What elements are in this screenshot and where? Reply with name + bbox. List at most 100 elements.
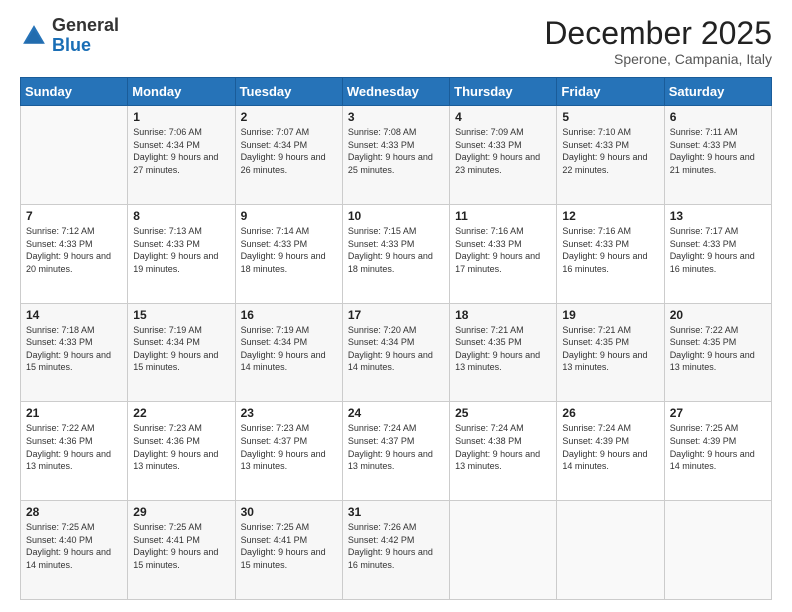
calendar-cell: 11Sunrise: 7:16 AMSunset: 4:33 PMDayligh… xyxy=(450,204,557,303)
day-number: 25 xyxy=(455,406,551,420)
day-number: 21 xyxy=(26,406,122,420)
day-info: Sunrise: 7:26 AMSunset: 4:42 PMDaylight:… xyxy=(348,522,433,570)
calendar-cell: 28 Sunrise: 7:25 AMSunset: 4:40 PMDayligh… xyxy=(21,501,128,600)
day-number: 8 xyxy=(133,209,229,223)
day-info: Sunrise: 7:23 AMSunset: 4:37 PMDaylight:… xyxy=(241,423,326,471)
day-info: Sunrise: 7:13 AMSunset: 4:33 PMDaylight:… xyxy=(133,226,218,274)
day-info: Sunrise: 7:10 AMSunset: 4:33 PMDaylight:… xyxy=(562,127,647,175)
header-thursday: Thursday xyxy=(450,78,557,106)
calendar-cell xyxy=(450,501,557,600)
day-info: Sunrise: 7:23 AMSunset: 4:36 PMDaylight:… xyxy=(133,423,218,471)
calendar-cell: 4 Sunrise: 7:09 AMSunset: 4:33 PMDaylight… xyxy=(450,106,557,205)
day-number: 1 xyxy=(133,110,229,124)
calendar-cell: 8 Sunrise: 7:13 AMSunset: 4:33 PMDaylight… xyxy=(128,204,235,303)
day-info: Sunrise: 7:22 AMSunset: 4:35 PMDaylight:… xyxy=(670,325,755,373)
month-title: December 2025 xyxy=(544,16,772,51)
day-number: 19 xyxy=(562,308,658,322)
day-info: Sunrise: 7:08 AMSunset: 4:33 PMDaylight:… xyxy=(348,127,433,175)
day-info: Sunrise: 7:07 AMSunset: 4:34 PMDaylight:… xyxy=(241,127,326,175)
calendar-cell xyxy=(557,501,664,600)
day-number: 12 xyxy=(562,209,658,223)
header-tuesday: Tuesday xyxy=(235,78,342,106)
header-wednesday: Wednesday xyxy=(342,78,449,106)
calendar-cell: 13 Sunrise: 7:17 AMSunset: 4:33 PMDayligh… xyxy=(664,204,771,303)
day-info: Sunrise: 7:09 AMSunset: 4:33 PMDaylight:… xyxy=(455,127,540,175)
weekday-header-row: Sunday Monday Tuesday Wednesday Thursday… xyxy=(21,78,772,106)
header-saturday: Saturday xyxy=(664,78,771,106)
header-monday: Monday xyxy=(128,78,235,106)
calendar-week-0: 1 Sunrise: 7:06 AMSunset: 4:34 PMDaylight… xyxy=(21,106,772,205)
logo-blue: Blue xyxy=(52,35,91,55)
calendar-cell: 23 Sunrise: 7:23 AMSunset: 4:37 PMDayligh… xyxy=(235,402,342,501)
day-info: Sunrise: 7:06 AMSunset: 4:34 PMDaylight:… xyxy=(133,127,218,175)
calendar-cell: 2Sunrise: 7:07 AMSunset: 4:34 PMDaylight… xyxy=(235,106,342,205)
day-number: 7 xyxy=(26,209,122,223)
calendar-cell: 9 Sunrise: 7:14 AMSunset: 4:33 PMDaylight… xyxy=(235,204,342,303)
day-number: 9 xyxy=(241,209,337,223)
day-number: 27 xyxy=(670,406,766,420)
day-info: Sunrise: 7:17 AMSunset: 4:33 PMDaylight:… xyxy=(670,226,755,274)
calendar-week-4: 28 Sunrise: 7:25 AMSunset: 4:40 PMDayligh… xyxy=(21,501,772,600)
day-info: Sunrise: 7:25 AMSunset: 4:40 PMDaylight:… xyxy=(26,522,111,570)
location: Sperone, Campania, Italy xyxy=(544,51,772,67)
calendar-cell: 31 Sunrise: 7:26 AMSunset: 4:42 PMDayligh… xyxy=(342,501,449,600)
day-number: 13 xyxy=(670,209,766,223)
day-info: Sunrise: 7:19 AMSunset: 4:34 PMDaylight:… xyxy=(133,325,218,373)
day-number: 30 xyxy=(241,505,337,519)
calendar-cell: 1 Sunrise: 7:06 AMSunset: 4:34 PMDaylight… xyxy=(128,106,235,205)
header-friday: Friday xyxy=(557,78,664,106)
day-number: 15 xyxy=(133,308,229,322)
header-sunday: Sunday xyxy=(21,78,128,106)
day-info: Sunrise: 7:14 AMSunset: 4:33 PMDaylight:… xyxy=(241,226,326,274)
day-number: 4 xyxy=(455,110,551,124)
calendar-cell xyxy=(664,501,771,600)
title-block: December 2025 Sperone, Campania, Italy xyxy=(544,16,772,67)
day-number: 20 xyxy=(670,308,766,322)
day-info: Sunrise: 7:21 AMSunset: 4:35 PMDaylight:… xyxy=(455,325,540,373)
day-info: Sunrise: 7:24 AMSunset: 4:39 PMDaylight:… xyxy=(562,423,647,471)
day-info: Sunrise: 7:24 AMSunset: 4:37 PMDaylight:… xyxy=(348,423,433,471)
day-info: Sunrise: 7:20 AMSunset: 4:34 PMDaylight:… xyxy=(348,325,433,373)
day-number: 24 xyxy=(348,406,444,420)
calendar-table: Sunday Monday Tuesday Wednesday Thursday… xyxy=(20,77,772,600)
calendar-cell: 6 Sunrise: 7:11 AMSunset: 4:33 PMDaylight… xyxy=(664,106,771,205)
day-number: 11 xyxy=(455,209,551,223)
calendar-cell: 10Sunrise: 7:15 AMSunset: 4:33 PMDayligh… xyxy=(342,204,449,303)
logo-text: General Blue xyxy=(52,16,119,56)
day-info: Sunrise: 7:25 AMSunset: 4:41 PMDaylight:… xyxy=(241,522,326,570)
day-info: Sunrise: 7:25 AMSunset: 4:41 PMDaylight:… xyxy=(133,522,218,570)
calendar-cell: 19 Sunrise: 7:21 AMSunset: 4:35 PMDayligh… xyxy=(557,303,664,402)
calendar-cell: 16Sunrise: 7:19 AMSunset: 4:34 PMDayligh… xyxy=(235,303,342,402)
calendar-cell: 30 Sunrise: 7:25 AMSunset: 4:41 PMDayligh… xyxy=(235,501,342,600)
calendar-cell: 25Sunrise: 7:24 AMSunset: 4:38 PMDayligh… xyxy=(450,402,557,501)
day-number: 17 xyxy=(348,308,444,322)
day-number: 29 xyxy=(133,505,229,519)
day-number: 31 xyxy=(348,505,444,519)
calendar-week-2: 14 Sunrise: 7:18 AMSunset: 4:33 PMDayligh… xyxy=(21,303,772,402)
day-info: Sunrise: 7:18 AMSunset: 4:33 PMDaylight:… xyxy=(26,325,111,373)
day-info: Sunrise: 7:21 AMSunset: 4:35 PMDaylight:… xyxy=(562,325,647,373)
day-info: Sunrise: 7:11 AMSunset: 4:33 PMDaylight:… xyxy=(670,127,755,175)
page: General Blue December 2025 Sperone, Camp… xyxy=(0,0,792,612)
day-number: 5 xyxy=(562,110,658,124)
logo: General Blue xyxy=(20,16,119,56)
day-info: Sunrise: 7:19 AMSunset: 4:34 PMDaylight:… xyxy=(241,325,326,373)
logo-icon xyxy=(20,22,48,50)
day-number: 23 xyxy=(241,406,337,420)
day-number: 22 xyxy=(133,406,229,420)
day-number: 6 xyxy=(670,110,766,124)
calendar-cell: 20 Sunrise: 7:22 AMSunset: 4:35 PMDayligh… xyxy=(664,303,771,402)
calendar-cell: 5 Sunrise: 7:10 AMSunset: 4:33 PMDaylight… xyxy=(557,106,664,205)
calendar-cell: 26Sunrise: 7:24 AMSunset: 4:39 PMDayligh… xyxy=(557,402,664,501)
calendar-cell: 29 Sunrise: 7:25 AMSunset: 4:41 PMDayligh… xyxy=(128,501,235,600)
calendar-cell: 3Sunrise: 7:08 AMSunset: 4:33 PMDaylight… xyxy=(342,106,449,205)
day-number: 28 xyxy=(26,505,122,519)
calendar-cell: 22 Sunrise: 7:23 AMSunset: 4:36 PMDayligh… xyxy=(128,402,235,501)
calendar-cell: 14 Sunrise: 7:18 AMSunset: 4:33 PMDayligh… xyxy=(21,303,128,402)
day-number: 14 xyxy=(26,308,122,322)
day-info: Sunrise: 7:16 AMSunset: 4:33 PMDaylight:… xyxy=(562,226,647,274)
calendar-cell: 17 Sunrise: 7:20 AMSunset: 4:34 PMDayligh… xyxy=(342,303,449,402)
day-info: Sunrise: 7:12 AMSunset: 4:33 PMDaylight:… xyxy=(26,226,111,274)
calendar-week-1: 7 Sunrise: 7:12 AMSunset: 4:33 PMDaylight… xyxy=(21,204,772,303)
day-info: Sunrise: 7:25 AMSunset: 4:39 PMDaylight:… xyxy=(670,423,755,471)
